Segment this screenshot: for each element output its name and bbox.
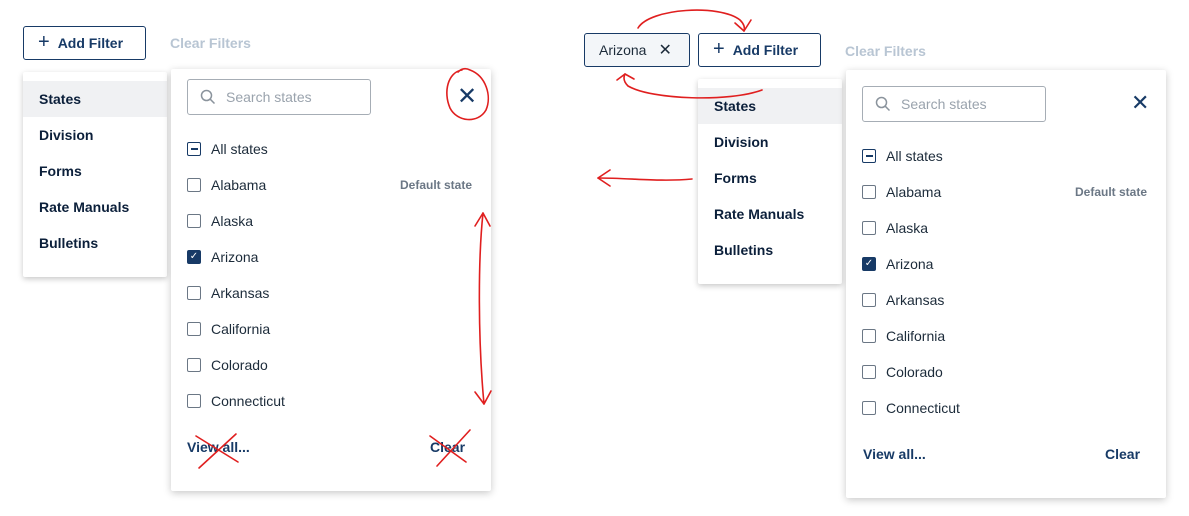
checkbox: [187, 286, 201, 300]
state-option[interactable]: ✓ Arizona: [862, 254, 933, 274]
state-option[interactable]: Connecticut: [187, 391, 285, 411]
plus-icon: +: [713, 38, 725, 60]
all-states-checkbox[interactable]: All states: [187, 139, 268, 159]
state-option[interactable]: California: [862, 326, 945, 346]
category-forms[interactable]: Forms: [23, 153, 167, 189]
search-icon: [200, 89, 216, 105]
category-bulletins[interactable]: Bulletins: [698, 232, 842, 268]
default-state-label: Default state: [400, 178, 473, 192]
state-label: Colorado: [211, 357, 268, 373]
state-label: Arkansas: [211, 285, 270, 301]
state-option[interactable]: Alaska: [187, 211, 253, 231]
close-icon[interactable]: ✕: [457, 85, 477, 109]
search-input[interactable]: Search states: [187, 79, 371, 115]
close-icon[interactable]: ✕: [1131, 92, 1149, 114]
state-label: Arizona: [886, 256, 934, 272]
check-icon: ✓: [187, 250, 201, 264]
category-division[interactable]: Division: [23, 117, 167, 153]
search-placeholder: Search states: [226, 89, 312, 105]
plus-icon: +: [38, 31, 50, 53]
state-option[interactable]: Arkansas: [187, 283, 269, 303]
state-option[interactable]: Arkansas: [862, 290, 944, 310]
left-arrow-annotation: [597, 177, 693, 181]
state-label: California: [211, 321, 271, 337]
state-label: Arizona: [211, 249, 259, 265]
all-states-label: All states: [886, 148, 943, 164]
state-label: Alaska: [211, 213, 254, 229]
view-all-link[interactable]: View all...: [863, 446, 926, 462]
state-option[interactable]: Alabama: [187, 175, 266, 195]
view-all-link[interactable]: View all...: [187, 439, 250, 455]
add-filter-label: Add Filter: [732, 42, 799, 58]
state-label: Connecticut: [886, 400, 960, 416]
add-filter-label: Add Filter: [57, 35, 124, 51]
checkbox: [862, 401, 876, 415]
close-icon[interactable]: ✕: [658, 40, 671, 60]
indeterminate-checkbox-icon: [862, 149, 876, 163]
state-label: Alaska: [886, 220, 929, 236]
state-option[interactable]: Colorado: [862, 362, 943, 382]
category-states[interactable]: States: [698, 88, 842, 124]
category-states[interactable]: States: [23, 81, 167, 117]
checkbox: [862, 293, 876, 307]
state-option[interactable]: Alabama: [862, 182, 941, 202]
checkbox: [187, 214, 201, 228]
checkbox: [187, 178, 201, 192]
filter-chip-arizona[interactable]: Arizona ✕: [584, 33, 690, 67]
state-option[interactable]: Colorado: [187, 355, 268, 375]
state-label: Arkansas: [886, 292, 945, 308]
state-label: Alabama: [211, 177, 267, 193]
clear-filters-link[interactable]: Clear Filters: [170, 35, 251, 51]
checkbox: [187, 322, 201, 336]
all-states-checkbox[interactable]: All states: [862, 146, 943, 166]
check-icon: ✓: [862, 257, 876, 271]
state-label: Alabama: [886, 184, 942, 200]
clear-link[interactable]: Clear: [1105, 446, 1140, 462]
clear-link[interactable]: Clear: [430, 439, 465, 455]
checkbox: [862, 329, 876, 343]
state-option[interactable]: Alaska: [862, 218, 928, 238]
state-option[interactable]: Connecticut: [862, 398, 960, 418]
filter-category-menu: States Division Forms Rate Manuals Bulle…: [23, 72, 167, 277]
default-state-label: Default state: [1075, 185, 1148, 199]
add-filter-button[interactable]: + Add Filter: [23, 26, 146, 60]
chip-label: Arizona: [599, 42, 647, 58]
search-placeholder: Search states: [901, 96, 987, 112]
state-label: California: [886, 328, 946, 344]
all-states-label: All states: [211, 141, 268, 157]
checkbox: [187, 358, 201, 372]
checkbox: [862, 221, 876, 235]
states-panel: Search states ✕ All states Alabama Defau…: [846, 70, 1166, 498]
category-forms[interactable]: Forms: [698, 160, 842, 196]
state-option[interactable]: ✓ Arizona: [187, 247, 258, 267]
checkbox: [187, 394, 201, 408]
checkbox: [862, 185, 876, 199]
swap-arrow-top-annotation: [637, 9, 746, 32]
filter-category-menu: States Division Forms Rate Manuals Bulle…: [698, 79, 842, 284]
clear-filters-link[interactable]: Clear Filters: [845, 43, 926, 59]
checkbox: [862, 365, 876, 379]
indeterminate-checkbox-icon: [187, 142, 201, 156]
category-rate-manuals[interactable]: Rate Manuals: [698, 196, 842, 232]
category-division[interactable]: Division: [698, 124, 842, 160]
search-icon: [875, 96, 891, 112]
state-option[interactable]: California: [187, 319, 270, 339]
category-bulletins[interactable]: Bulletins: [23, 225, 167, 261]
add-filter-button[interactable]: + Add Filter: [698, 33, 821, 67]
state-label: Colorado: [886, 364, 943, 380]
state-label: Connecticut: [211, 393, 285, 409]
states-panel: Search states ✕ All states Alabama Defau…: [171, 69, 491, 491]
search-input[interactable]: Search states: [862, 86, 1046, 122]
category-rate-manuals[interactable]: Rate Manuals: [23, 189, 167, 225]
